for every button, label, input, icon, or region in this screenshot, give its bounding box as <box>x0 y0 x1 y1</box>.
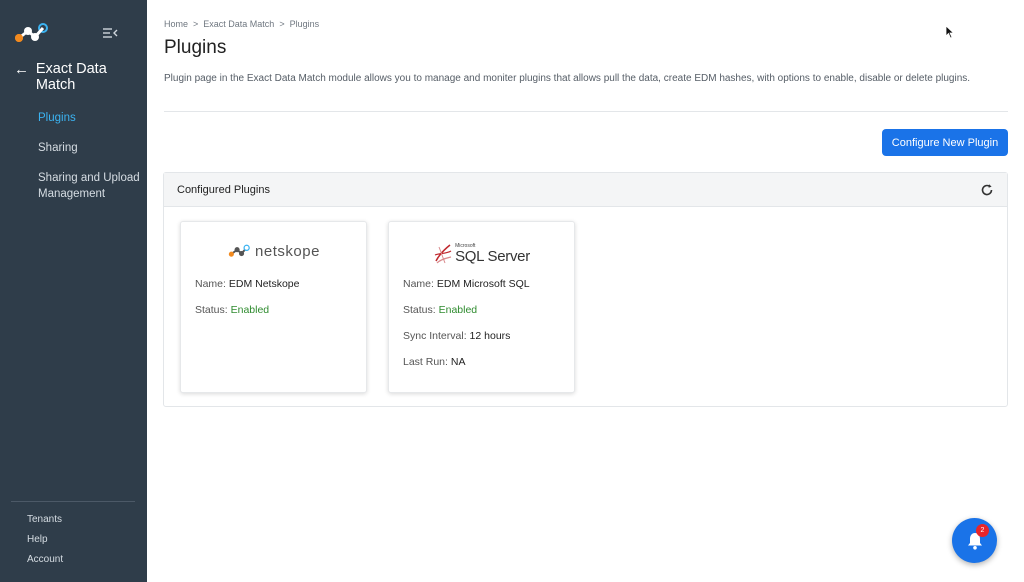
page-title: Plugins <box>164 37 227 58</box>
sql-server-logo: Microsoft SQL Server <box>433 243 530 265</box>
breadcrumb: Home > Exact Data Match > Plugins <box>164 19 319 29</box>
arrow-left-icon[interactable]: ← <box>14 61 36 93</box>
header-divider <box>164 111 1008 112</box>
netskope-logo: netskope <box>227 243 320 260</box>
plugin-status-label: Status: <box>403 304 436 316</box>
module-header: ← Exact Data Match <box>14 61 140 93</box>
plugin-status-value: Enabled <box>230 304 270 316</box>
app-root: ← Exact Data Match Plugins Sharing Shari… <box>0 0 1024 582</box>
netskope-logo-icon[interactable] <box>14 22 48 44</box>
plugin-sync-value: 12 hours <box>469 330 511 342</box>
refresh-icon[interactable] <box>980 183 994 197</box>
sidebar-divider <box>11 501 135 502</box>
sidebar-nav: Plugins Sharing Sharing and Upload Manag… <box>38 110 144 216</box>
plugin-name-label: Name: <box>195 278 226 290</box>
sidebar-item-sharing-upload-management[interactable]: Sharing and Upload Management <box>38 170 144 202</box>
netskope-logo-icon <box>228 244 250 257</box>
main-content: Home > Exact Data Match > Plugins Plugin… <box>163 0 1008 582</box>
plugin-sync-row: Sync Interval: 12 hours <box>403 330 574 342</box>
sql-server-logo-icon <box>434 244 452 264</box>
breadcrumb-plugins: Plugins <box>289 19 320 29</box>
plugin-name-value: EDM Microsoft SQL <box>436 278 530 290</box>
mouse-cursor-icon <box>945 25 955 39</box>
plugin-status-row: Status: Enabled <box>403 304 574 316</box>
sql-logo-text-wrap: Microsoft SQL Server <box>455 244 530 265</box>
panel-header: Configured Plugins <box>164 173 1007 207</box>
breadcrumb-separator: > <box>279 19 285 29</box>
notification-count-badge: 2 <box>976 524 989 537</box>
sidebar-link-account[interactable]: Account <box>27 554 63 566</box>
sidebar-link-help[interactable]: Help <box>27 534 63 546</box>
sql-logo-text: SQL Server <box>455 248 530 265</box>
panel-title: Configured Plugins <box>177 183 270 196</box>
menu-collapse-icon[interactable] <box>101 25 119 41</box>
plugin-logo: Microsoft SQL Server <box>389 222 574 278</box>
netskope-logo-text: netskope <box>255 242 320 260</box>
plugin-card-netskope[interactable]: netskope Name: EDM Netskope Status: Enab… <box>180 221 367 393</box>
notifications-button[interactable]: 2 <box>952 518 997 563</box>
breadcrumb-separator: > <box>193 19 199 29</box>
plugin-name-row: Name: EDM Microsoft SQL <box>403 278 574 290</box>
sidebar-bottom-links: Tenants Help Account <box>27 514 63 574</box>
plugin-card-sql-server[interactable]: Microsoft SQL Server Name: EDM Microsoft… <box>388 221 575 393</box>
breadcrumb-exact-data-match[interactable]: Exact Data Match <box>203 19 274 29</box>
plugin-lastrun-row: Last Run: NA <box>403 356 574 368</box>
plugin-status-label: Status: <box>195 304 228 316</box>
plugin-status-row: Status: Enabled <box>195 304 366 316</box>
sidebar-item-plugins[interactable]: Plugins <box>38 110 144 126</box>
configure-new-plugin-button[interactable]: Configure New Plugin <box>882 129 1008 156</box>
configured-plugins-panel: Configured Plugins netskope Name: EDM Ne… <box>163 172 1008 407</box>
plugin-status-value: Enabled <box>438 304 478 316</box>
plugin-logo: netskope <box>181 222 366 278</box>
plugin-sync-label: Sync Interval: <box>403 330 467 342</box>
sidebar-item-sharing[interactable]: Sharing <box>38 140 144 156</box>
plugin-lastrun-value: NA <box>450 356 466 368</box>
module-title: Exact Data Match <box>35 61 107 93</box>
plugin-name-row: Name: EDM Netskope <box>195 278 366 290</box>
plugin-name-label: Name: <box>403 278 434 290</box>
breadcrumb-home[interactable]: Home <box>164 19 188 29</box>
plugin-name-value: EDM Netskope <box>228 278 300 290</box>
sidebar: ← Exact Data Match Plugins Sharing Shari… <box>0 0 147 582</box>
page-description: Plugin page in the Exact Data Match modu… <box>164 73 971 84</box>
sidebar-link-tenants[interactable]: Tenants <box>27 514 63 526</box>
plugin-lastrun-label: Last Run: <box>403 356 448 368</box>
